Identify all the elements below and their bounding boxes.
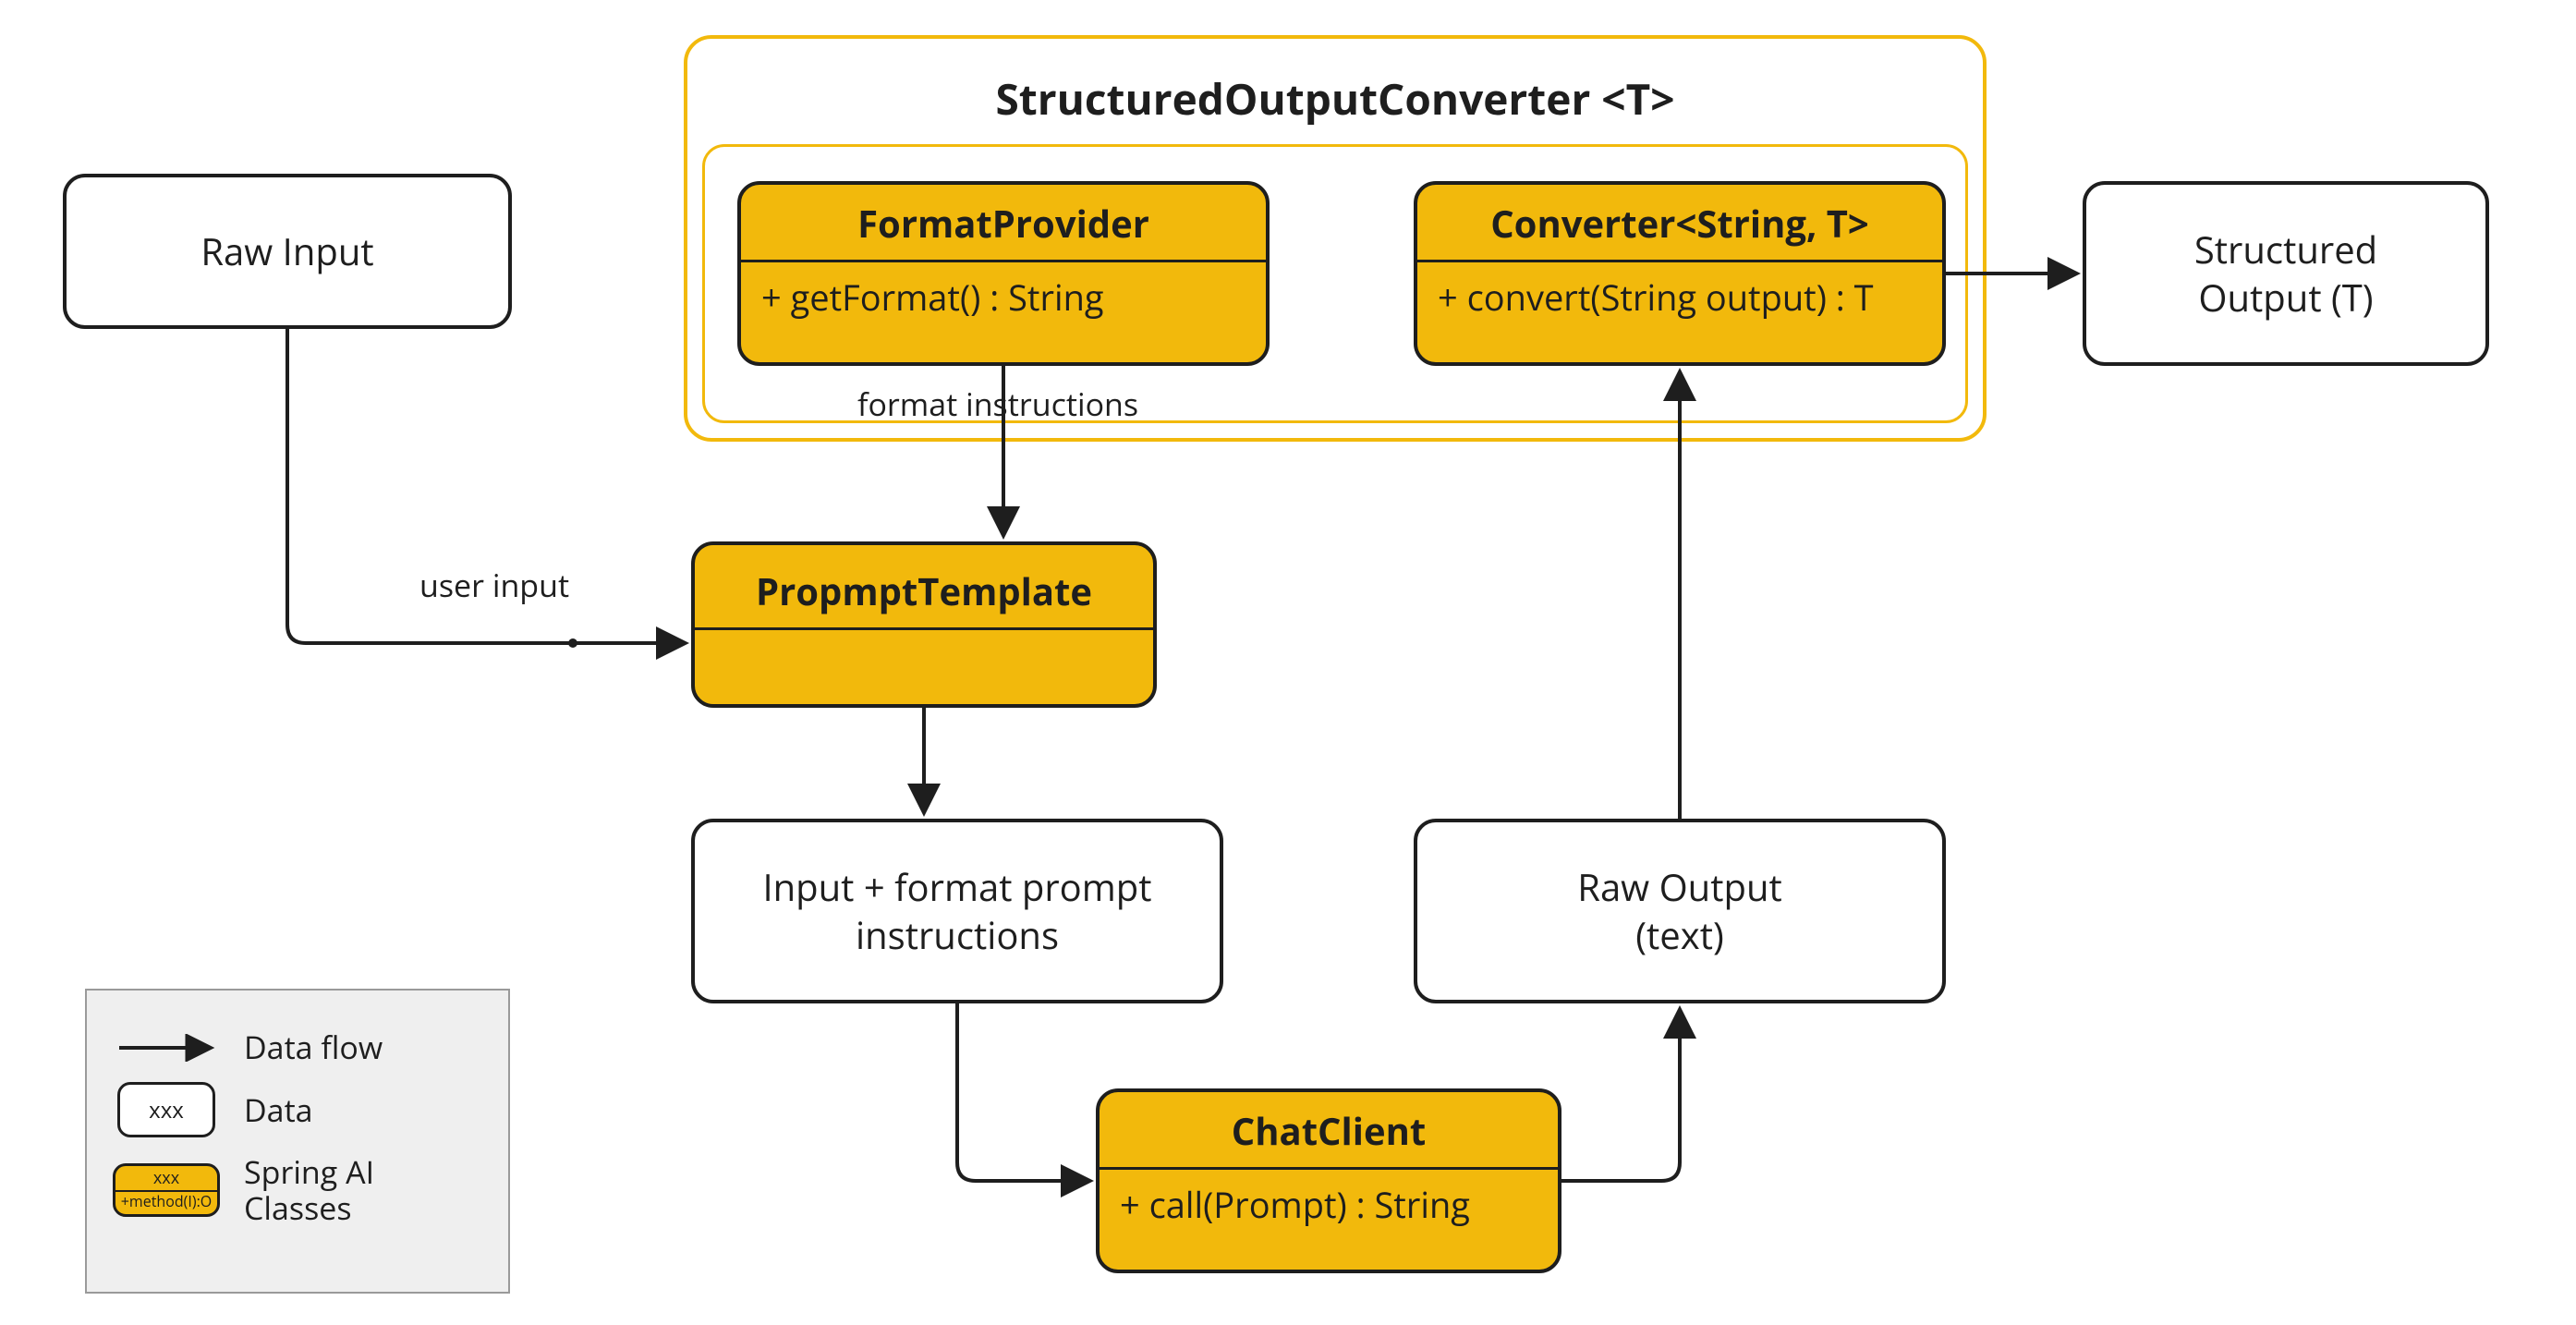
- legend-data-icon: xxx: [111, 1082, 222, 1137]
- combined-prompt-line1: Input + format prompt: [762, 865, 1151, 909]
- converter-container-title: StructuredOutputConverter <T>: [684, 70, 1987, 128]
- raw-output-line1: Raw Output: [1577, 865, 1781, 909]
- combined-prompt-line2: instructions: [856, 913, 1059, 957]
- legend-arrow-icon: [111, 1034, 222, 1062]
- edge-label-format-instructions: format instructions: [857, 383, 1138, 425]
- legend-spring-ai-line1: Spring AI: [244, 1154, 374, 1190]
- structured-output-line1: Structured: [2194, 227, 2377, 272]
- chat-client-title: ChatClient: [1100, 1092, 1558, 1167]
- structured-output-line2: Output (T): [2198, 275, 2373, 320]
- legend-dataflow-label: Data flow: [244, 1029, 383, 1065]
- chat-client-method: + call(Prompt) : String: [1100, 1170, 1558, 1244]
- structured-output-box: Structured Output (T): [2083, 181, 2489, 366]
- edge-label-user-input: user input: [419, 564, 569, 606]
- diagram-canvas: StructuredOutputConverter <T> Raw Input …: [0, 0, 2576, 1325]
- converter-method: + convert(String output) : T: [1417, 262, 1942, 336]
- converter-title: Converter<String, T>: [1417, 185, 1942, 260]
- prompt-template-class: PropmptTemplate: [691, 541, 1157, 708]
- converter-class: Converter<String, T> + convert(String ou…: [1414, 181, 1946, 366]
- combined-prompt-box: Input + format prompt instructions: [691, 819, 1223, 1003]
- raw-input-box: Raw Input: [63, 174, 512, 329]
- legend-data-label: Data: [244, 1092, 313, 1128]
- legend-class-icon: xxx +method(I):O: [111, 1163, 222, 1216]
- legend-spring-ai-line2: Classes: [244, 1190, 374, 1226]
- raw-output-line2: (text): [1635, 913, 1724, 957]
- legend-class-icon-header: xxx: [115, 1166, 217, 1190]
- legend-box: Data flow xxx Data xxx +method(I):O Spri…: [85, 989, 510, 1294]
- legend-row-data: xxx Data: [111, 1082, 484, 1137]
- legend-row-class: xxx +method(I):O Spring AI Classes: [111, 1154, 484, 1226]
- legend-class-icon-body: +method(I):O: [115, 1192, 217, 1214]
- raw-output-box: Raw Output (text): [1414, 819, 1946, 1003]
- prompt-template-body: [695, 630, 1153, 704]
- prompt-template-title: PropmptTemplate: [695, 545, 1153, 627]
- format-provider-class: FormatProvider + getFormat() : String: [737, 181, 1270, 366]
- format-provider-method: + getFormat() : String: [741, 262, 1266, 336]
- format-provider-title: FormatProvider: [741, 185, 1266, 260]
- legend-class-label: Spring AI Classes: [244, 1154, 374, 1226]
- legend-data-icon-text: xxx: [117, 1082, 215, 1137]
- chat-client-class: ChatClient + call(Prompt) : String: [1096, 1088, 1561, 1273]
- legend-row-dataflow: Data flow: [111, 1029, 484, 1065]
- raw-input-label: Raw Input: [200, 229, 373, 274]
